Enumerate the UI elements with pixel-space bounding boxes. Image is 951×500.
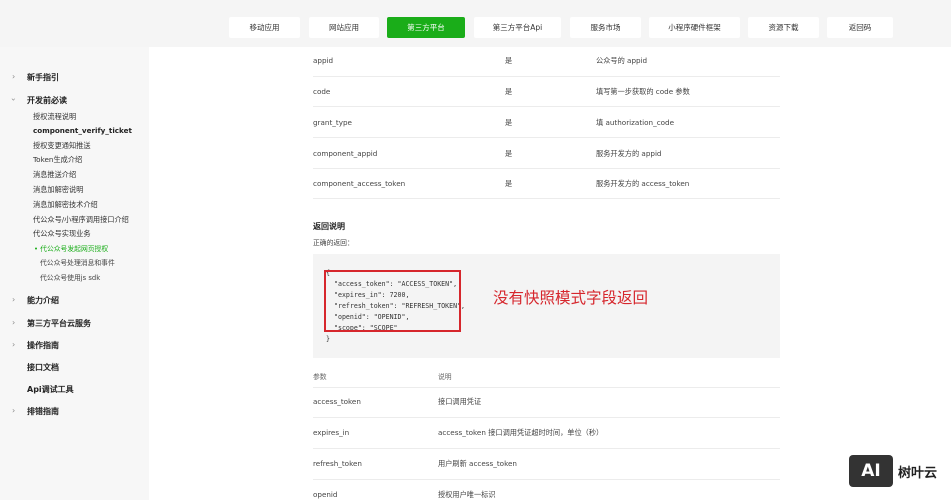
sidebar-heading-api-debug[interactable]: Api调试工具 <box>27 384 74 395</box>
param-desc: 填 authorization_code <box>596 118 675 127</box>
code-brace-close: } <box>326 335 330 343</box>
param-name: code <box>313 87 331 96</box>
sidebar-heading-operation-guide[interactable]: 操作指南 <box>27 340 59 351</box>
sidebar-heading-must-read[interactable]: 开发前必读 <box>27 95 67 106</box>
sidebar-subitem-messages[interactable]: 代公众号处理消息和事件 <box>40 257 115 267</box>
param-required: 是 <box>505 118 513 127</box>
tab-third-party-platform[interactable]: 第三方平台 <box>387 17 465 38</box>
annotation-highlight-box <box>324 270 461 332</box>
sidebar-subitem-label: 代公众号发起网页授权 <box>40 245 109 253</box>
param-desc: 服务开发方的 access_token <box>596 179 690 188</box>
sidebar-item-token[interactable]: Token生成介绍 <box>33 155 82 165</box>
top-nav: 移动应用 网站应用 第三方平台 第三方平台Api 服务市场 小程序硬件框架 资源… <box>0 0 951 47</box>
tab-mobile-app[interactable]: 移动应用 <box>229 17 300 38</box>
param-required: 是 <box>505 149 513 158</box>
param-required: 是 <box>505 87 513 96</box>
chevron-down-icon[interactable]: › <box>9 98 18 101</box>
param-desc: 公众号的 appid <box>596 56 648 65</box>
tab-website-app[interactable]: 网站应用 <box>309 17 379 38</box>
chevron-right-icon[interactable]: › <box>12 318 15 327</box>
result-name: refresh_token <box>313 459 362 468</box>
annotation-text: 没有快照模式字段返回 <box>493 289 649 307</box>
watermark-text: 树叶云 <box>898 466 938 481</box>
param-desc: 填写第一步获取的 code 参数 <box>596 87 690 96</box>
table-header-row <box>313 365 780 388</box>
sidebar-heading-beginner-guide[interactable]: 新手指引 <box>27 72 59 83</box>
param-desc: 服务开发方的 appid <box>596 149 662 158</box>
sidebar-item-encryption[interactable]: 消息加解密说明 <box>33 185 83 195</box>
param-name: grant_type <box>313 118 352 127</box>
sidebar-item-api-call[interactable]: 代公众号/小程序调用接口介绍 <box>33 215 129 225</box>
tab-third-party-api[interactable]: 第三方平台Api <box>474 17 561 38</box>
sidebar-item-message-push[interactable]: 消息推送介绍 <box>33 170 76 180</box>
sidebar-item-business[interactable]: 代公众号实现业务 <box>33 229 91 239</box>
result-desc: access_token 接口调用凭证超时时间，单位（秒） <box>438 428 604 437</box>
table-row <box>313 388 780 418</box>
table-row <box>313 47 780 77</box>
param-name: component_access_token <box>313 179 406 188</box>
tab-hardware-framework[interactable]: 小程序硬件框架 <box>649 17 740 38</box>
tab-resource-download[interactable]: 资源下载 <box>748 17 819 38</box>
param-required: 是 <box>505 179 513 188</box>
chevron-right-icon[interactable]: › <box>12 340 15 349</box>
sidebar-item-verify-ticket[interactable]: component_verify_ticket <box>33 126 132 135</box>
chevron-right-icon[interactable]: › <box>12 406 15 415</box>
chevron-right-icon[interactable]: › <box>12 295 15 304</box>
result-desc: 接口调用凭证 <box>438 397 482 406</box>
sidebar-heading-troubleshoot[interactable]: 排错指南 <box>27 406 59 417</box>
result-name: openid <box>313 490 338 499</box>
sidebar-item-encryption-tech[interactable]: 消息加解密技术介绍 <box>33 200 98 210</box>
table-row <box>313 107 780 138</box>
table-header-desc: 说明 <box>438 373 452 381</box>
sidebar-heading-cloud-service[interactable]: 第三方平台云服务 <box>27 318 91 329</box>
param-name: appid <box>313 56 334 65</box>
watermark-logo: AI <box>849 455 893 487</box>
table-row <box>313 138 780 169</box>
sidebar-heading-api-docs[interactable]: 接口文档 <box>27 362 59 373</box>
sidebar-subitem-jssdk[interactable]: 代公众号使用js sdk <box>40 272 100 282</box>
result-name: expires_in <box>313 428 350 437</box>
result-desc: 授权用户唯一标识 <box>438 490 496 499</box>
sidebar-item-auth-flow[interactable]: 授权流程说明 <box>33 112 76 122</box>
table-header-param: 参数 <box>313 373 327 381</box>
tab-service-market[interactable]: 服务市场 <box>570 17 641 38</box>
table-row <box>313 77 780 107</box>
result-desc: 用户刷新 access_token <box>438 459 517 468</box>
result-name: access_token <box>313 397 361 406</box>
table-row <box>313 449 780 480</box>
watermark-logo-text: AI <box>861 461 881 481</box>
sidebar-item-auth-change[interactable]: 授权变更通知推送 <box>33 141 91 151</box>
param-required: 是 <box>505 56 513 65</box>
tab-return-code[interactable]: 返回码 <box>827 17 893 38</box>
sidebar-heading-capabilities[interactable]: 能力介绍 <box>27 295 59 306</box>
section-title: 返回说明 <box>313 222 345 231</box>
section-subtitle: 正确的返回： <box>313 239 354 247</box>
chevron-right-icon[interactable]: › <box>12 72 15 81</box>
sidebar-subitem-web-auth[interactable]: • 代公众号发起网页授权 <box>34 243 108 253</box>
param-name: component_appid <box>313 149 378 158</box>
